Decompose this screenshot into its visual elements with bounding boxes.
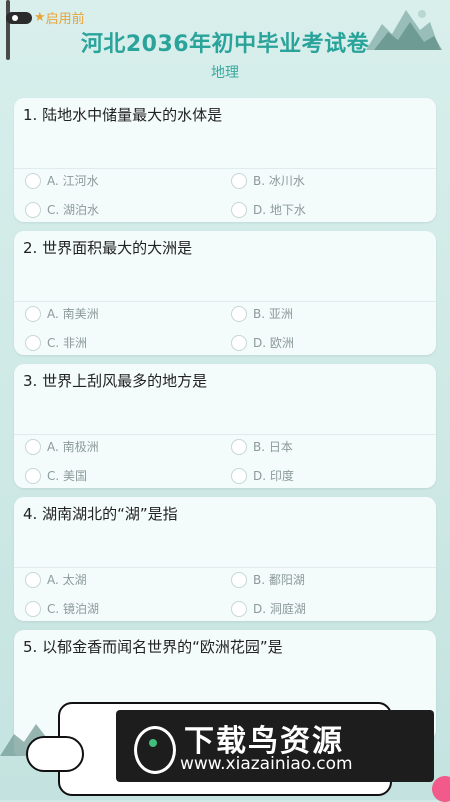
radio-icon[interactable] — [231, 438, 247, 455]
option-c[interactable]: C. 美国 — [25, 467, 87, 484]
radio-icon[interactable] — [25, 571, 41, 588]
radio-icon[interactable] — [231, 600, 247, 617]
toggle-icon — [6, 11, 32, 24]
question-text: 1. 陆地水中储量最大的水体是 — [23, 106, 223, 124]
question-text: 3. 世界上刮风最多的地方是 — [23, 372, 208, 390]
divider — [14, 168, 436, 169]
radio-icon[interactable] — [25, 600, 41, 617]
option-b[interactable]: B. 日本 — [231, 438, 293, 455]
status-badge: ★ 启用前 — [6, 8, 85, 27]
radio-icon[interactable] — [231, 305, 247, 322]
option-d[interactable]: D. 欧洲 — [231, 334, 294, 351]
option-a[interactable]: A. 太湖 — [25, 571, 87, 588]
radio-icon[interactable] — [231, 571, 247, 588]
watermark-banner: 下载鸟资源 www.xiazainiao.com — [0, 696, 450, 802]
option-d[interactable]: D. 洞庭湖 — [231, 600, 306, 617]
radio-icon[interactable] — [231, 467, 247, 484]
mountain-illustration-icon — [366, 10, 442, 50]
option-a[interactable]: A. 南极洲 — [25, 438, 99, 455]
question-text: 2. 世界面积最大的大洲是 — [23, 239, 193, 257]
question-card-1: 1. 陆地水中储量最大的水体是 A. 江河水 B. 冰川水 C. 湖泊水 D. … — [14, 98, 436, 222]
wing-icon — [26, 736, 84, 772]
exam-subject: 地理 — [211, 65, 239, 81]
decorative-circle-icon — [432, 776, 450, 802]
option-a[interactable]: A. 江河水 — [25, 172, 99, 189]
option-c[interactable]: C. 镜泊湖 — [25, 600, 99, 617]
option-d[interactable]: D. 印度 — [231, 467, 294, 484]
divider — [14, 301, 436, 302]
star-icon: ★ — [34, 10, 46, 25]
radio-icon[interactable] — [231, 334, 247, 351]
question-card-4: 4. 湖南湖北的“湖”是指 A. 太湖 B. 鄱阳湖 C. 镜泊湖 D. 洞庭湖 — [14, 497, 436, 621]
option-b[interactable]: B. 亚洲 — [231, 305, 293, 322]
radio-icon[interactable] — [231, 201, 247, 218]
exam-header: ★ 启用前 河北2036年初中毕业考试卷 地理 — [0, 0, 450, 92]
question-text: 5. 以郁金香而闻名世界的“欧洲花园”是 — [23, 638, 283, 656]
option-a[interactable]: A. 南美洲 — [25, 305, 99, 322]
radio-icon[interactable] — [25, 201, 41, 218]
question-card-2: 2. 世界面积最大的大洲是 A. 南美洲 B. 亚洲 C. 非洲 D. 欧洲 — [14, 231, 436, 355]
divider — [14, 567, 436, 568]
option-c[interactable]: C. 湖泊水 — [25, 201, 99, 218]
radio-icon[interactable] — [25, 305, 41, 322]
watermark-url: www.xiazainiao.com — [180, 754, 353, 774]
badge-label: 启用前 — [45, 12, 85, 27]
radio-icon[interactable] — [25, 334, 41, 351]
watermark-logo: 下载鸟资源 www.xiazainiao.com — [116, 710, 434, 782]
option-b[interactable]: B. 鄱阳湖 — [231, 571, 305, 588]
question-text: 4. 湖南湖北的“湖”是指 — [23, 505, 178, 523]
bird-logo-icon — [134, 726, 176, 774]
question-card-3: 3. 世界上刮风最多的地方是 A. 南极洲 B. 日本 C. 美国 D. 印度 — [14, 364, 436, 488]
radio-icon[interactable] — [25, 438, 41, 455]
radio-icon[interactable] — [231, 172, 247, 189]
option-b[interactable]: B. 冰川水 — [231, 172, 305, 189]
divider — [14, 434, 436, 435]
radio-icon[interactable] — [25, 172, 41, 189]
option-c[interactable]: C. 非洲 — [25, 334, 87, 351]
radio-icon[interactable] — [25, 467, 41, 484]
option-d[interactable]: D. 地下水 — [231, 201, 306, 218]
